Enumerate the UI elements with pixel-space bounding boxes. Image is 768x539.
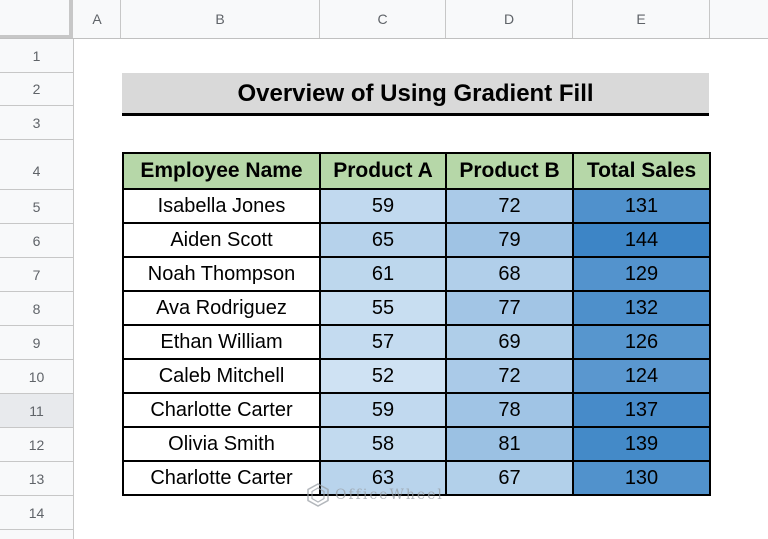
cell-employee-name[interactable]: Charlotte Carter <box>122 460 321 496</box>
column-header-a[interactable]: A <box>74 0 121 38</box>
cell-employee-name[interactable]: Ethan William <box>122 324 321 360</box>
column-header-d[interactable]: D <box>446 0 573 38</box>
table-row: Charlotte Carter 59 78 137 <box>122 392 711 428</box>
cell-product-a[interactable]: 52 <box>319 358 447 394</box>
row-header-12[interactable]: 12 <box>0 428 73 462</box>
cell-product-a[interactable]: 61 <box>319 256 447 292</box>
cell-product-a[interactable]: 55 <box>319 290 447 326</box>
cell-product-a[interactable]: 65 <box>319 222 447 258</box>
select-all-corner[interactable] <box>0 0 73 38</box>
cell-employee-name[interactable]: Olivia Smith <box>122 426 321 462</box>
cell-total-sales[interactable]: 124 <box>572 358 711 394</box>
table-row: Caleb Mitchell 52 72 124 <box>122 358 711 394</box>
row-header-7[interactable]: 7 <box>0 258 73 292</box>
column-header-e[interactable]: E <box>573 0 710 38</box>
cell-product-a[interactable]: 59 <box>319 188 447 224</box>
cell-total-sales[interactable]: 144 <box>572 222 711 258</box>
table-row: Aiden Scott 65 79 144 <box>122 222 711 258</box>
cell-product-b[interactable]: 69 <box>445 324 574 360</box>
cell-employee-name[interactable]: Charlotte Carter <box>122 392 321 428</box>
cell-product-b[interactable]: 72 <box>445 358 574 394</box>
cell-product-b[interactable]: 78 <box>445 392 574 428</box>
row-header-5[interactable]: 5 <box>0 190 73 224</box>
watermark: OfficeWheel <box>305 482 444 508</box>
cell-total-sales[interactable]: 129 <box>572 256 711 292</box>
table-header-row: Employee Name Product A Product B Total … <box>122 152 711 190</box>
row-header-column: 1 2 3 4 5 6 7 8 9 10 11 12 13 14 <box>0 39 74 539</box>
row-header-13[interactable]: 13 <box>0 462 73 496</box>
row-header-3[interactable]: 3 <box>0 106 73 140</box>
cell-product-b[interactable]: 68 <box>445 256 574 292</box>
row-header-1[interactable]: 1 <box>0 39 73 73</box>
cell-product-b[interactable]: 77 <box>445 290 574 326</box>
cell-product-b[interactable]: 67 <box>445 460 574 496</box>
cell-employee-name[interactable]: Noah Thompson <box>122 256 321 292</box>
cell-total-sales[interactable]: 131 <box>572 188 711 224</box>
header-product-a[interactable]: Product A <box>319 152 447 190</box>
watermark-text: OfficeWheel <box>335 487 444 503</box>
row-header-8[interactable]: 8 <box>0 292 73 326</box>
header-product-b[interactable]: Product B <box>445 152 574 190</box>
row-header-9[interactable]: 9 <box>0 326 73 360</box>
cell-total-sales[interactable]: 137 <box>572 392 711 428</box>
table-row: Isabella Jones 59 72 131 <box>122 188 711 224</box>
cell-product-b[interactable]: 79 <box>445 222 574 258</box>
table-row: Ethan William 57 69 126 <box>122 324 711 360</box>
cell-employee-name[interactable]: Caleb Mitchell <box>122 358 321 394</box>
header-total-sales[interactable]: Total Sales <box>572 152 711 190</box>
officewheel-logo-icon <box>307 483 329 507</box>
cell-total-sales[interactable]: 126 <box>572 324 711 360</box>
cell-product-a[interactable]: 58 <box>319 426 447 462</box>
row-header-6[interactable]: 6 <box>0 224 73 258</box>
cell-employee-name[interactable]: Ava Rodriguez <box>122 290 321 326</box>
column-header-bar: A B C D E <box>0 0 768 39</box>
row-header-11[interactable]: 11 <box>0 394 73 428</box>
cell-product-a[interactable]: 59 <box>319 392 447 428</box>
sales-table: Employee Name Product A Product B Total … <box>122 152 711 496</box>
column-header-f[interactable] <box>710 0 768 38</box>
sheet-title[interactable]: Overview of Using Gradient Fill <box>122 73 709 116</box>
row-header-10[interactable]: 10 <box>0 360 73 394</box>
cell-product-b[interactable]: 72 <box>445 188 574 224</box>
row-header-2[interactable]: 2 <box>0 73 73 106</box>
cell-employee-name[interactable]: Aiden Scott <box>122 222 321 258</box>
column-header-b[interactable]: B <box>121 0 320 38</box>
table-row: Olivia Smith 58 81 139 <box>122 426 711 462</box>
cell-total-sales[interactable]: 139 <box>572 426 711 462</box>
cell-product-b[interactable]: 81 <box>445 426 574 462</box>
table-row: Ava Rodriguez 55 77 132 <box>122 290 711 326</box>
row-header-14[interactable]: 14 <box>0 496 73 530</box>
cell-total-sales[interactable]: 132 <box>572 290 711 326</box>
cell-employee-name[interactable]: Isabella Jones <box>122 188 321 224</box>
header-employee-name[interactable]: Employee Name <box>122 152 321 190</box>
row-header-4[interactable]: 4 <box>0 152 73 190</box>
column-header-c[interactable]: C <box>320 0 446 38</box>
cell-product-a[interactable]: 57 <box>319 324 447 360</box>
table-row: Noah Thompson 61 68 129 <box>122 256 711 292</box>
cell-total-sales[interactable]: 130 <box>572 460 711 496</box>
